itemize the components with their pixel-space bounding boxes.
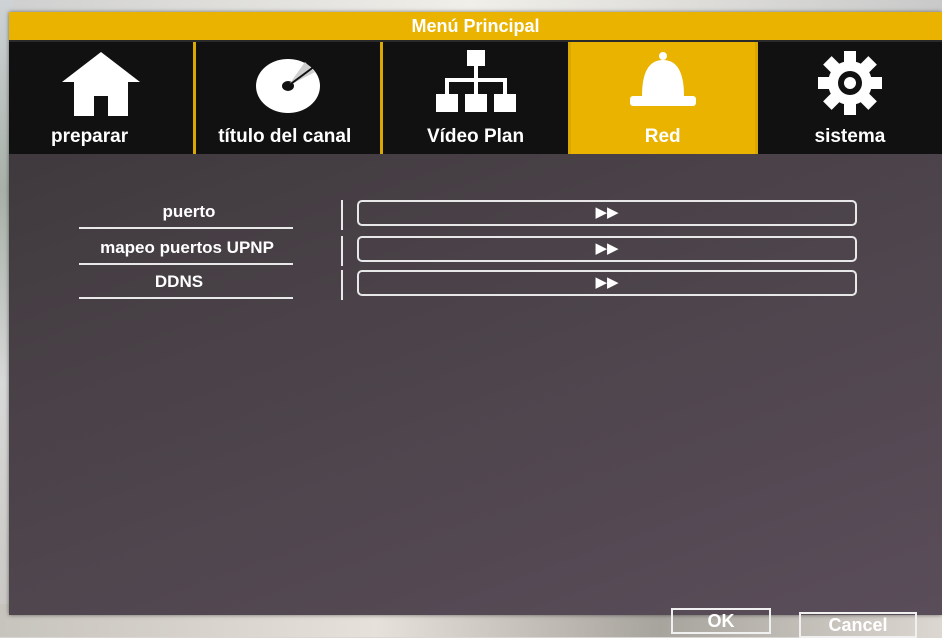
gear-icon bbox=[817, 51, 882, 115]
tab-titulo-del-canal[interactable]: título del canal bbox=[196, 42, 384, 154]
label-underline bbox=[79, 263, 293, 265]
setting-label: puerto bbox=[162, 202, 216, 221]
tab-label: preparar bbox=[51, 126, 129, 147]
label-underline bbox=[79, 227, 293, 229]
tab-label: Red bbox=[644, 126, 681, 147]
puerto-open-button[interactable]: ▶▶ bbox=[357, 200, 857, 226]
row-divider bbox=[341, 200, 343, 230]
tab-label: sistema bbox=[814, 126, 886, 147]
row-divider bbox=[341, 270, 343, 300]
settings-panel: puerto ▶▶ mapeo puertos UPNP ▶▶ DDNS ▶▶ … bbox=[9, 154, 942, 638]
row-divider bbox=[341, 236, 343, 266]
disc-icon bbox=[256, 59, 321, 113]
setting-row-ddns: DDNS ▶▶ bbox=[9, 268, 942, 300]
network-icon bbox=[435, 50, 516, 112]
label-underline bbox=[79, 297, 293, 299]
main-menu-window: Menú Principal preparar título del canal bbox=[9, 12, 942, 638]
tab-sistema[interactable]: sistema bbox=[757, 42, 942, 154]
tab-label: Vídeo Plan bbox=[426, 126, 525, 147]
tab-red[interactable]: Red bbox=[570, 42, 758, 154]
tab-video-plan[interactable]: Vídeo Plan bbox=[383, 42, 571, 154]
bell-icon bbox=[629, 52, 696, 106]
setting-row-puerto: puerto ▶▶ bbox=[9, 198, 942, 230]
tab-preparar[interactable]: preparar bbox=[9, 42, 197, 154]
setting-row-upnp: mapeo puertos UPNP ▶▶ bbox=[9, 234, 942, 266]
tab-bar: preparar título del canal Vídeo Plan Red… bbox=[9, 42, 942, 154]
home-icon bbox=[62, 52, 141, 116]
ok-button[interactable]: OK bbox=[671, 608, 771, 634]
cancel-button[interactable]: Cancel bbox=[799, 612, 917, 638]
photo-background-top bbox=[0, 0, 942, 12]
upnp-open-button[interactable]: ▶▶ bbox=[357, 236, 857, 262]
window-title: Menú Principal bbox=[9, 12, 942, 42]
ddns-open-button[interactable]: ▶▶ bbox=[357, 270, 857, 296]
setting-label: DDNS bbox=[154, 272, 204, 291]
setting-label: mapeo puertos UPNP bbox=[100, 238, 274, 257]
tab-label: título del canal bbox=[218, 126, 352, 147]
